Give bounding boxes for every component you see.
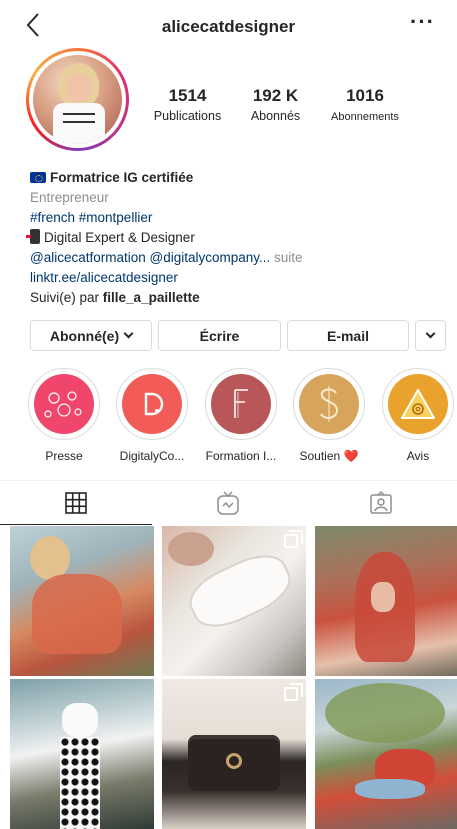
profile-username: alicecatdesigner	[161, 17, 296, 36]
f-logo-icon	[211, 374, 271, 434]
bio-mentions[interactable]: @alicecatformation @digitalycompany...	[30, 250, 270, 265]
d-logo-icon	[122, 374, 182, 434]
posts-count-label: Publications	[153, 109, 222, 123]
profile-tabs	[0, 480, 457, 525]
bio-name-line: Formatrice IG certifiée	[30, 168, 430, 188]
followed-by-prefix: Suivi(e) par	[30, 290, 100, 305]
bio-category: Entrepreneur	[30, 190, 109, 205]
highlight-label: DigitalyCo...	[119, 449, 185, 463]
phone-icon	[26, 229, 40, 244]
tab-posts-grid[interactable]	[0, 481, 152, 525]
avatar	[33, 55, 122, 144]
post-thumbnail[interactable]	[10, 526, 154, 676]
highlight-avis[interactable]: Avis	[380, 368, 456, 463]
post-thumbnail[interactable]	[162, 526, 306, 676]
highlight-label: Soutien ❤️	[299, 449, 359, 463]
highlight-formation[interactable]: Formation I...	[203, 368, 279, 463]
highlight-label: Avis	[406, 449, 430, 463]
followers-count[interactable]: 192 K Abonnés	[238, 86, 313, 123]
followed-by-user: fille_a_paillette	[102, 290, 200, 305]
more-options-button[interactable]: ···	[410, 11, 435, 33]
following-count-label: Abonnements	[331, 111, 399, 123]
following-count[interactable]: 1016 Abonnements	[320, 86, 410, 123]
tagged-icon	[370, 491, 392, 514]
following-count-value: 1016	[346, 86, 384, 105]
highlight-label: Presse	[45, 449, 83, 463]
chevron-down-icon	[123, 328, 134, 339]
post-thumbnail[interactable]	[10, 679, 154, 829]
carousel-icon	[284, 683, 303, 701]
tab-igtv[interactable]	[152, 481, 304, 525]
chevron-down-icon	[425, 328, 436, 339]
highlight-soutien[interactable]: Soutien ❤️	[291, 368, 367, 463]
followed-by-line[interactable]: Suivi(e) par fille_a_paillette	[30, 288, 430, 308]
bio-hashtags[interactable]: #french #montpellier	[30, 208, 430, 228]
bio-tagline: Digital Expert & Designer	[44, 230, 195, 245]
eu-flag-icon	[30, 172, 46, 183]
followers-count-label: Abonnés	[250, 109, 301, 123]
post-thumbnail[interactable]	[315, 526, 457, 676]
bio-more-link[interactable]: suite	[274, 250, 303, 265]
posts-count-value: 1514	[168, 86, 207, 105]
message-button-label: Écrire	[199, 327, 240, 344]
bio-name: Formatrice IG certifiée	[50, 170, 194, 185]
warning-at-icon	[388, 374, 448, 434]
top-bar: alicecatdesigner ···	[0, 0, 457, 50]
message-button[interactable]: Écrire	[158, 320, 281, 351]
followers-count-value: 192 K	[252, 86, 299, 105]
profile-bio: Formatrice IG certifiée Entrepreneur #fr…	[26, 168, 430, 308]
highlight-label: Formation I...	[205, 449, 277, 463]
email-button[interactable]: E-mail	[287, 320, 409, 351]
highlight-digitalyco[interactable]: DigitalyCo...	[114, 368, 190, 463]
suggested-accounts-button[interactable]	[415, 320, 446, 351]
highlight-presse[interactable]: Presse	[26, 368, 102, 463]
post-thumbnail[interactable]	[315, 679, 457, 829]
following-button-label: Abonné(e)	[49, 327, 120, 344]
bio-website-link[interactable]: linktr.ee/alicecatdesigner	[30, 268, 430, 288]
bio-mentions-line: @alicecatformation @digitalycompany... s…	[30, 248, 430, 268]
s-monogram-icon	[299, 374, 359, 434]
flower-pattern-icon	[34, 374, 94, 434]
grid-icon	[65, 491, 87, 514]
avatar-story-ring[interactable]	[26, 48, 129, 151]
post-thumbnail[interactable]	[162, 679, 306, 829]
email-button-label: E-mail	[326, 327, 369, 344]
igtv-icon	[217, 491, 239, 515]
tab-tagged[interactable]	[305, 481, 457, 525]
posts-count[interactable]: 1514 Publications	[145, 86, 230, 123]
carousel-icon	[284, 530, 303, 548]
following-button[interactable]: Abonné(e)	[30, 320, 152, 351]
bio-phone-line: Digital Expert & Designer	[26, 228, 430, 248]
